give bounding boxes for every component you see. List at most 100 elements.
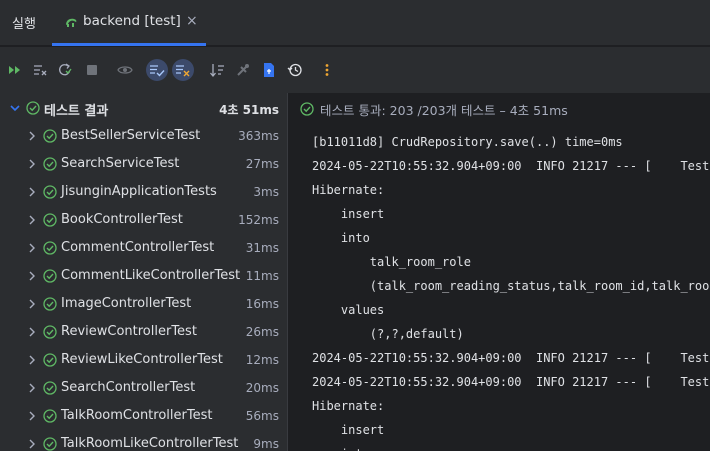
rerun-icon — [9, 66, 20, 74]
console-line: talk_room_role — [312, 255, 471, 269]
check-circle-icon — [43, 297, 57, 311]
toggle-auto-test-icon — [59, 63, 72, 76]
chevron-right-icon[interactable] — [26, 186, 38, 198]
show-passed-toggle[interactable] — [146, 59, 168, 81]
console-line: 2024-05-22T10:55:32.904+09:00 INFO 21217… — [312, 351, 710, 365]
console-line: values — [312, 303, 385, 317]
tree-item[interactable]: TalkRoomControllerTest 56ms — [0, 402, 287, 430]
history-icon — [287, 63, 302, 77]
tree-item-time: 12ms — [245, 353, 279, 367]
tree-item[interactable]: ImageControllerTest 16ms — [0, 290, 287, 318]
tree-item[interactable]: SearchServiceTest 27ms — [0, 150, 287, 178]
show-ignored-toggle[interactable] — [172, 59, 194, 81]
show-passed-icon — [150, 65, 165, 77]
tree-item-label: BookControllerTest — [61, 212, 183, 227]
chevron-right-icon[interactable] — [26, 270, 38, 282]
console-line: into — [312, 447, 370, 451]
tree-item-time: 3ms — [253, 185, 279, 199]
chevron-right-icon[interactable] — [26, 242, 38, 254]
chevron-right-icon[interactable] — [26, 382, 38, 394]
check-circle-icon — [43, 129, 57, 143]
chevron-right-icon[interactable] — [26, 410, 38, 422]
chevron-right-icon[interactable] — [26, 438, 38, 450]
tree-item[interactable]: ReviewControllerTest 26ms — [0, 318, 287, 346]
tree-item-time: 26ms — [245, 325, 279, 339]
tab-backend-test[interactable]: backend [test] × — [52, 0, 206, 46]
check-circle-icon — [43, 353, 57, 367]
more-button[interactable] — [316, 59, 338, 81]
test-results-label: 테스트 결과 — [44, 104, 109, 119]
tree-item[interactable]: TalkRoomLikeControllerTest 9ms — [0, 430, 287, 451]
chevron-right-icon[interactable] — [26, 326, 38, 338]
sort-button[interactable] — [206, 59, 228, 81]
test-status-text: 테스트 통과: 203 /203개 테스트 – 4초 51ms — [320, 102, 568, 118]
check-circle-icon — [43, 185, 57, 199]
console-line: 2024-05-22T10:55:32.904+09:00 INFO 21217… — [312, 375, 710, 389]
tree-item-time: 9ms — [253, 437, 279, 451]
check-circle-icon — [43, 241, 57, 255]
tree-item[interactable]: CommentControllerTest 31ms — [0, 234, 287, 262]
tree-item-label: CommentLikeControllerTest — [61, 268, 241, 283]
import-tests-icon — [237, 64, 249, 76]
tree-item-time: 31ms — [245, 241, 279, 255]
tree-item-time: 152ms — [238, 213, 279, 227]
test-results-root[interactable]: 테스트 결과 4초 51ms — [0, 94, 287, 122]
tree-item-label: ImageControllerTest — [61, 296, 192, 311]
toggle-auto-test-button[interactable] — [54, 59, 76, 81]
chevron-right-icon[interactable] — [26, 354, 38, 366]
check-circle-icon — [43, 325, 57, 339]
show-ignored-icon — [176, 65, 190, 77]
chevron-right-icon[interactable] — [26, 298, 38, 310]
tree-item-label: ReviewLikeControllerTest — [61, 352, 223, 367]
console-line: (?,?,default) — [312, 327, 464, 341]
tree-item-time: 11ms — [245, 269, 279, 283]
check-circle-icon — [300, 102, 314, 116]
tree-item[interactable]: JisunginApplicationTests 3ms — [0, 178, 287, 206]
stop-button[interactable] — [81, 59, 103, 81]
tree-item-time: 20ms — [245, 381, 279, 395]
import-tests-button[interactable] — [232, 59, 254, 81]
tree-item[interactable]: CommentLikeControllerTest 11ms — [0, 262, 287, 290]
chevron-down-icon[interactable] — [9, 102, 21, 114]
tree-item[interactable]: BestSellerServiceTest 363ms — [0, 122, 287, 150]
test-toolbar — [0, 47, 710, 93]
tree-item-time: 363ms — [238, 129, 279, 143]
tree-item[interactable]: BookControllerTest 152ms — [0, 206, 287, 234]
chevron-right-icon[interactable] — [26, 130, 38, 142]
test-status-bar: 테스트 통과: 203 /203개 테스트 – 4초 51ms — [300, 99, 568, 119]
check-circle-icon — [43, 437, 57, 451]
console-line: [b11011d8] CrudRepository.save(..) time=… — [312, 135, 623, 149]
tree-item-time: 56ms — [245, 409, 279, 423]
console-line: insert — [312, 423, 385, 437]
chevron-right-icon[interactable] — [26, 214, 38, 226]
tree-item-label: SearchServiceTest — [61, 156, 180, 171]
tree-item[interactable]: SearchControllerTest 20ms — [0, 374, 287, 402]
export-button[interactable] — [258, 59, 280, 81]
console-line: insert — [312, 207, 385, 221]
tree-item[interactable]: ReviewLikeControllerTest 12ms — [0, 346, 287, 374]
gradle-icon — [66, 18, 77, 27]
tree-item-time: 27ms — [245, 157, 279, 171]
console-output[interactable]: 테스트 통과: 203 /203개 테스트 – 4초 51ms [b11011d… — [288, 93, 710, 451]
more-icon — [325, 64, 329, 76]
export-icon — [264, 63, 274, 77]
chevron-right-icon[interactable] — [26, 158, 38, 170]
eye-icon — [117, 66, 133, 74]
rerun-button[interactable] — [4, 59, 26, 81]
stop-icon — [87, 65, 97, 75]
show-passed-button[interactable] — [114, 59, 136, 81]
sort-icon — [210, 64, 224, 78]
tree-item-label: SearchControllerTest — [61, 380, 196, 395]
tab-backend-test-label: backend [test] — [83, 13, 181, 29]
console-line: 2024-05-22T10:55:32.904+09:00 INFO 21217… — [312, 159, 710, 173]
console-line: Hibernate: — [312, 183, 385, 197]
check-circle-icon — [43, 157, 57, 171]
tree-item-label: TalkRoomControllerTest — [61, 408, 213, 423]
history-button[interactable] — [284, 59, 306, 81]
active-tab-indicator — [52, 43, 206, 46]
tree-item-label: CommentControllerTest — [61, 240, 215, 255]
rerun-failed-button[interactable] — [29, 59, 51, 81]
close-icon[interactable]: × — [186, 13, 198, 29]
console-line: into — [312, 231, 370, 245]
tab-run[interactable]: 실행 — [12, 13, 36, 32]
